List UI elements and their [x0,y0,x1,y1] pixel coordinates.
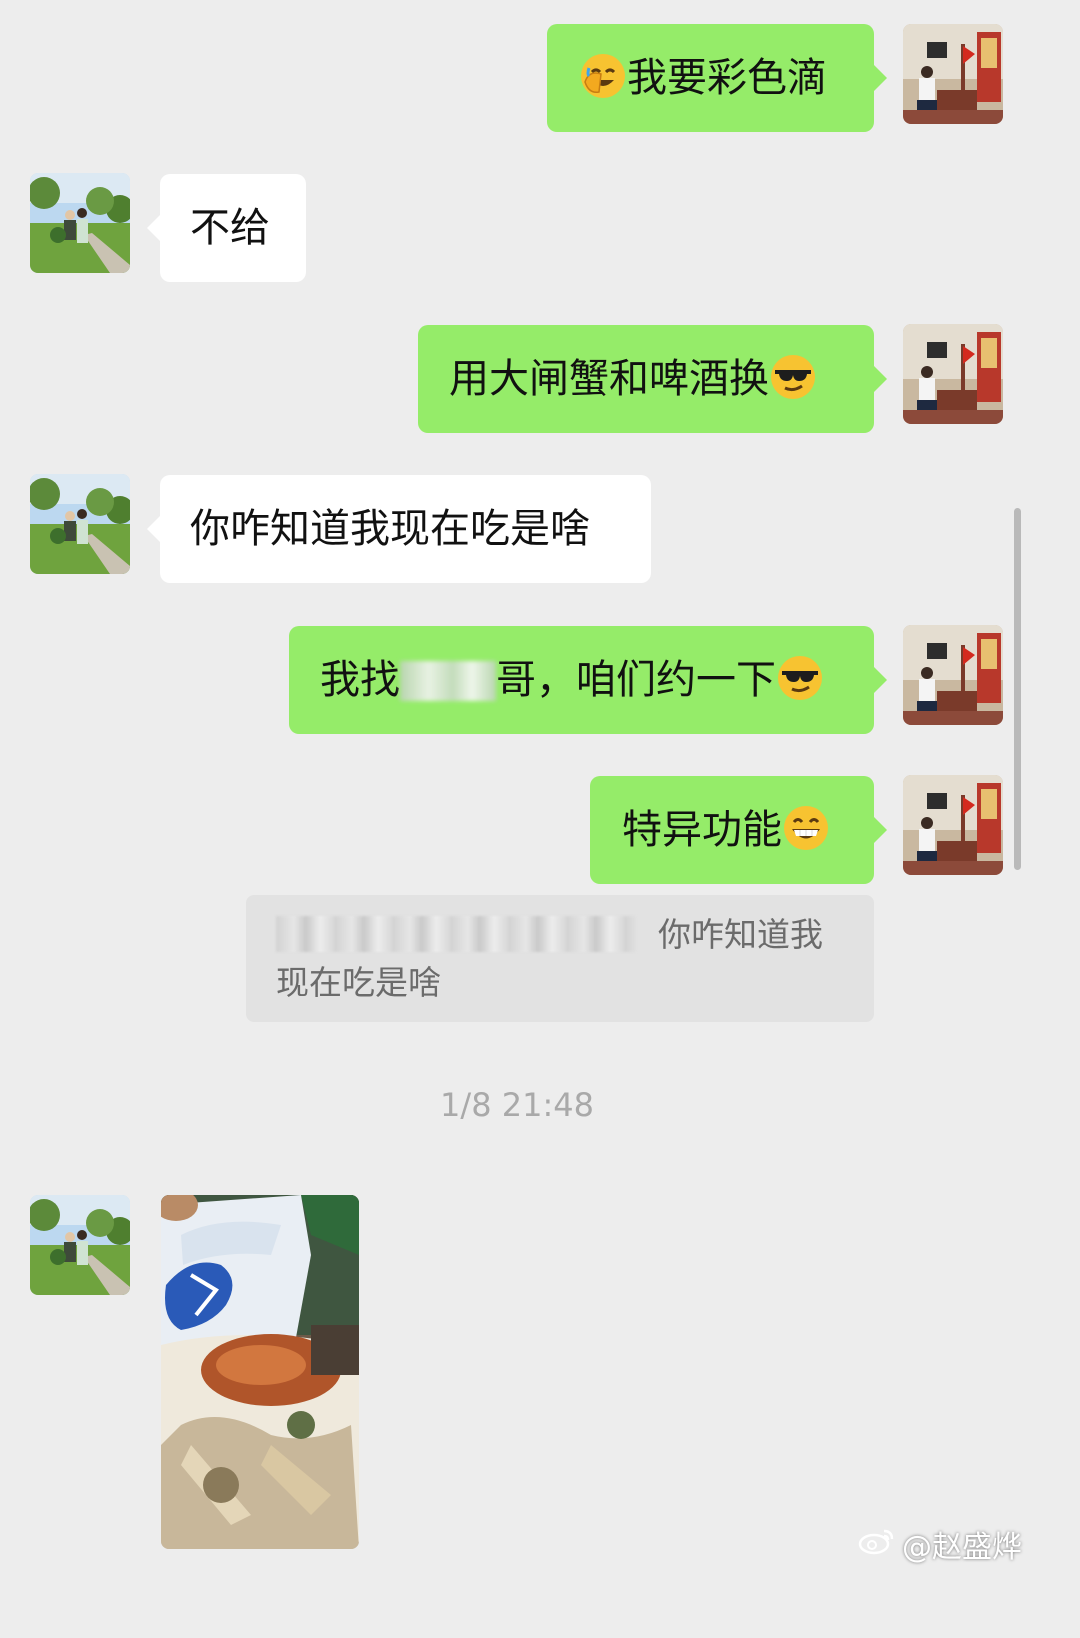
message-text: 你咋知道我现在吃是啥 [190,506,590,552]
message-text: 不给 [190,205,270,251]
quoted-message[interactable]: 你咋知道我现在吃是啥 [246,895,874,1022]
timestamp: 1/8 21:48 [440,1086,594,1124]
my-avatar[interactable] [903,625,1003,725]
message-text: 用大闸蟹和啤酒换 [449,356,769,402]
redacted-quote-sender [276,916,636,952]
message-text: 特异功能 [622,807,782,853]
message-bubble[interactable]: 不给 [147,174,306,282]
redacted-name [400,661,496,701]
sunglasses-emoji [776,654,824,702]
message-text: 我要彩色滴 [627,55,827,101]
message-bubble[interactable]: 我找 哥，咱们约一下 [289,626,887,734]
message-bubble[interactable]: 你咋知道我现在吃是啥 [147,475,651,583]
my-avatar[interactable] [903,24,1003,124]
message-bubble[interactable]: 用大闸蟹和啤酒换 [418,325,887,433]
sunglasses-emoji [769,353,817,401]
my-avatar[interactable] [903,324,1003,424]
contact-avatar[interactable] [30,173,130,273]
watermark-text: @赵盛烨 [902,1530,1022,1565]
facepalm-laugh-emoji [579,52,627,100]
message-text: 哥，咱们约一下 [496,657,776,703]
contact-avatar[interactable] [30,474,130,574]
weibo-icon [858,1525,896,1563]
scrollbar[interactable] [1014,508,1021,870]
message-text: 我找 [320,657,400,703]
message-bubble[interactable]: 特异功能 [590,776,887,884]
beer-and-crab-photo[interactable] [161,1195,359,1549]
my-avatar[interactable] [903,775,1003,875]
message-bubble[interactable]: 我要彩色滴 [547,24,887,132]
grin-emoji [782,804,830,852]
watermark: @赵盛烨 [858,1522,1022,1566]
contact-avatar[interactable] [30,1195,130,1295]
